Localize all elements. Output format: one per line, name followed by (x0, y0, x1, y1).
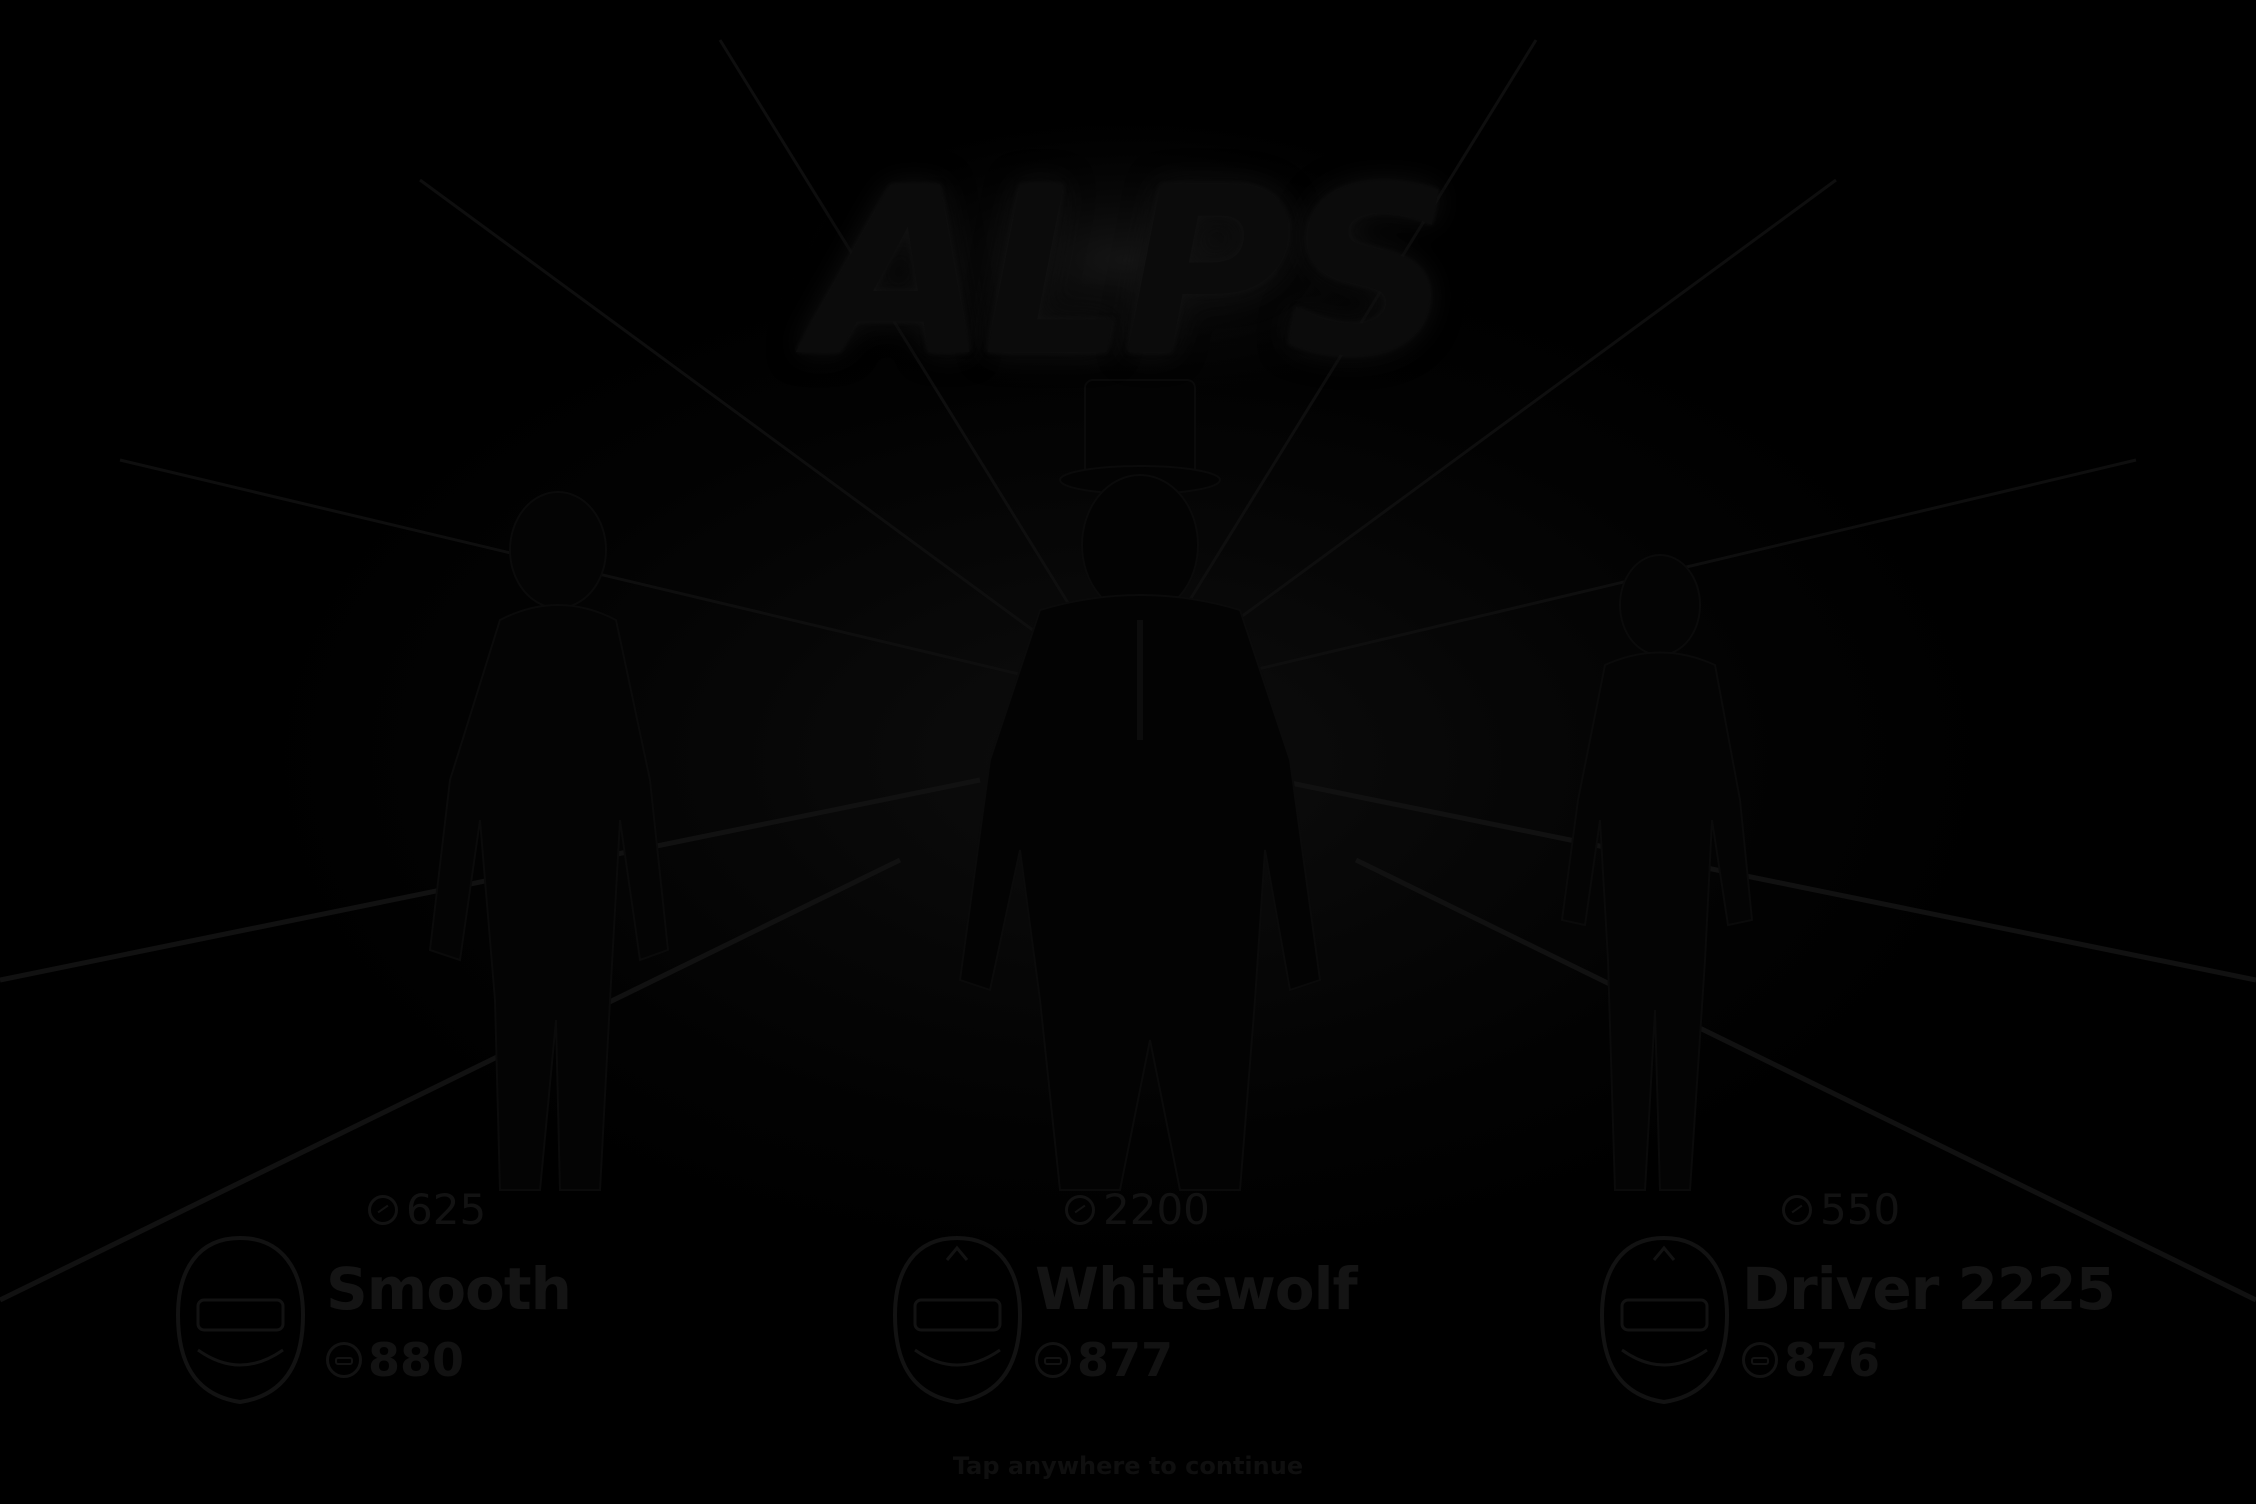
center-driver-figure (958, 379, 1322, 1191)
driver-score: 880 (326, 1333, 464, 1387)
driver-score: 876 (1742, 1333, 1880, 1387)
driver-rating-value: 550 (1820, 1185, 1901, 1234)
helmet-icon (175, 1235, 306, 1405)
driver-score-value: 876 (1784, 1333, 1881, 1387)
continue-hint[interactable]: Tap anywhere to continue (0, 1452, 2256, 1480)
driver-score-value: 880 (368, 1333, 465, 1387)
helmet-icon (892, 1235, 1023, 1405)
left-driver-figure (428, 491, 670, 1191)
game-title-logo: ALPS (810, 140, 1452, 407)
driver-card-3: 550 Driver 2225 876 (1592, 1185, 2116, 1425)
driver-rating: 625 (368, 1185, 486, 1234)
driver-name: Whitewolf (1035, 1255, 1358, 1323)
driver-name: Smooth (326, 1255, 572, 1323)
driver-name: Driver 2225 (1742, 1255, 2116, 1323)
right-driver-figure (1560, 554, 1754, 1191)
helmet-icon (1599, 1235, 1730, 1405)
driver-rating: 550 (1782, 1185, 1900, 1234)
podium-screen[interactable]: ALPS 625 Smooth 880 2200 Whitewolf 877 5… (0, 0, 2256, 1504)
car-icon (1035, 1342, 1071, 1378)
driver-rating: 2200 (1065, 1185, 1210, 1234)
rating-icon (1782, 1194, 1812, 1225)
car-icon (1742, 1342, 1778, 1378)
car-icon (326, 1342, 362, 1378)
driver-rating-value: 2200 (1103, 1185, 1210, 1234)
driver-score: 877 (1035, 1333, 1173, 1387)
rating-icon (1065, 1194, 1095, 1225)
rating-icon (368, 1194, 398, 1225)
driver-rating-value: 625 (406, 1185, 487, 1234)
driver-card-2: 2200 Whitewolf 877 (885, 1185, 1358, 1425)
driver-score-value: 877 (1077, 1333, 1174, 1387)
driver-card-1: 625 Smooth 880 (168, 1185, 638, 1425)
